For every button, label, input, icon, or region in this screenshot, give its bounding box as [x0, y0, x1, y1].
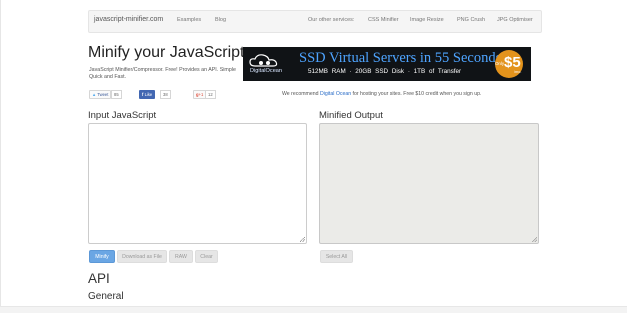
nav-examples[interactable]: Examples	[177, 17, 201, 23]
raw-button[interactable]: RAW	[169, 250, 193, 263]
like-count: 38	[160, 90, 171, 99]
banner-brand: DigitalOcean	[250, 68, 283, 74]
minify-button[interactable]: Minify	[89, 250, 115, 263]
recommend-text-after: for hosting your sites. Free $10 credit …	[351, 91, 482, 97]
output-label: Minified Output	[319, 110, 383, 121]
like-label: Like	[144, 92, 153, 97]
nav-jpg-optimiser[interactable]: JPG Optimiser	[497, 17, 533, 23]
plus-one-count: 12	[205, 90, 216, 99]
download-file-button[interactable]: Download as File	[117, 250, 167, 263]
nav-image-resize[interactable]: Image Resize	[410, 17, 444, 23]
nav-css-minifier[interactable]: CSS Minifier	[368, 17, 399, 23]
resize-handle-icon[interactable]	[532, 237, 537, 242]
nav-png-crush[interactable]: PNG Crush	[457, 17, 485, 23]
recommend-text-before: We recommend	[282, 91, 320, 97]
tweet-button[interactable]: ▲ Tweet	[89, 90, 112, 99]
twitter-bird-icon: ▲	[92, 92, 97, 97]
banner-specs: 512MB RAM · 20GB SSD Disk · 1TB of Trans…	[308, 68, 462, 75]
page-subtitle: JavaScript Minifier/Compressor. Free! Pr…	[89, 67, 236, 80]
hosting-recommendation: We recommend Digital Ocean for hosting y…	[282, 91, 481, 97]
general-heading: General	[88, 291, 124, 302]
page-title: Minify your JavaScript	[88, 44, 245, 61]
page-edge	[0, 0, 1, 312]
facebook-f-icon: f	[142, 92, 144, 97]
banner-only: Only	[495, 61, 505, 66]
tweet-label: Tweet	[97, 92, 109, 97]
input-javascript-textarea[interactable]	[88, 123, 307, 244]
top-navbar: javascript-minifier.com Examples Blog Ou…	[88, 10, 542, 33]
plus-one-label: +1	[198, 92, 204, 97]
resize-handle-icon[interactable]	[300, 237, 305, 242]
tweet-count: 85	[111, 90, 122, 99]
facebook-like-button[interactable]: f Like	[139, 90, 156, 99]
brand-link[interactable]: javascript-minifier.com	[94, 16, 163, 23]
cloud-icon	[249, 54, 278, 67]
digitalocean-ad-banner[interactable]: DigitalOcean SSD Virtual Servers in 55 S…	[243, 47, 531, 81]
banner-price: $5	[504, 54, 521, 71]
banner-headline: SSD Virtual Servers in 55 Seconds	[299, 50, 502, 66]
api-heading: API	[88, 271, 110, 286]
input-label: Input JavaScript	[88, 110, 157, 121]
select-all-button[interactable]: Select All	[320, 250, 353, 263]
minified-output-textarea[interactable]	[319, 123, 539, 244]
nav-other-services-label: Our other services:	[308, 17, 355, 23]
clear-button[interactable]: Clear	[195, 250, 218, 263]
digital-ocean-link[interactable]: Digital Ocean	[320, 91, 351, 97]
nav-blog[interactable]: Blog	[215, 17, 226, 23]
banner-per: /mo.	[514, 70, 522, 74]
